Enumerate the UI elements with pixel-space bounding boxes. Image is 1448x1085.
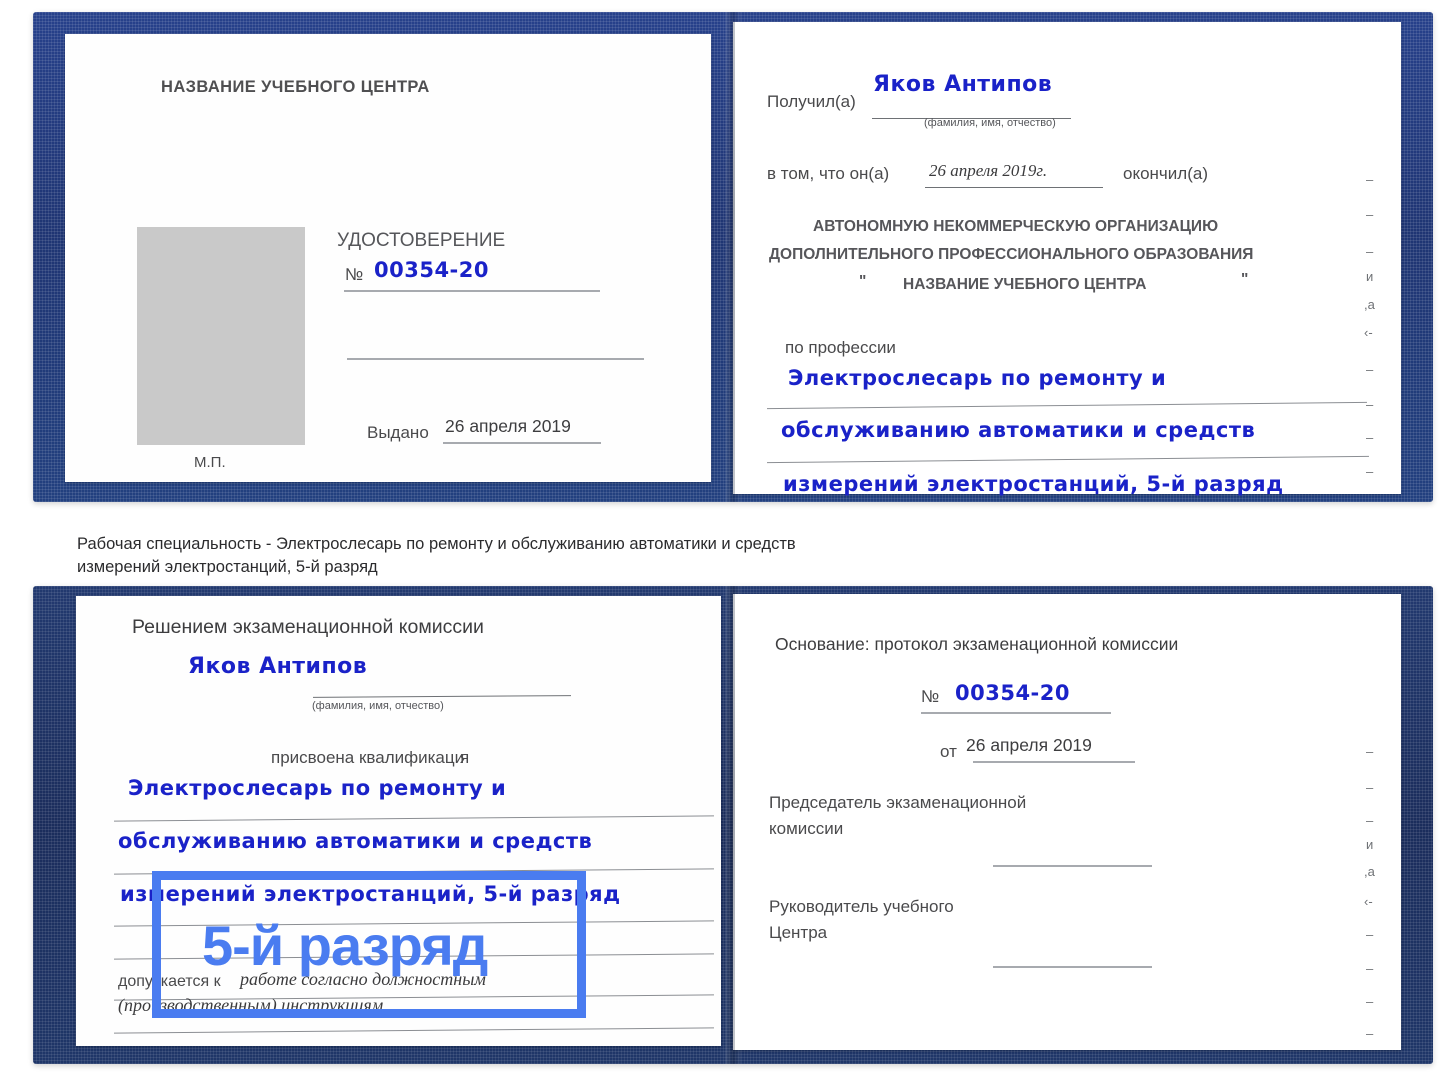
- from-rule: [973, 761, 1135, 763]
- certificate-number-symbol: №: [345, 265, 364, 284]
- margin-mark-0: –: [1366, 172, 1374, 187]
- bottom-margin-mark-2: –: [1366, 813, 1374, 828]
- margin-mark-9: –: [1366, 464, 1374, 479]
- bottom-margin-mark-9: –: [1366, 1026, 1374, 1041]
- bottom-margin-mark-1: –: [1366, 780, 1374, 795]
- organization-name: НАЗВАНИЕ УЧЕБНОГО ЦЕНТРА: [903, 276, 1147, 293]
- organization-quote-open: ": [859, 273, 867, 290]
- caption-text: Рабочая специальность - Электрослесарь п…: [77, 535, 796, 576]
- finished-label: окончил(а): [1123, 164, 1208, 183]
- screenshot-canvas: НАЗВАНИЕ УЧЕБНОГО ЦЕНТРА М.П. УДОСТОВЕРЕ…: [0, 0, 1448, 1085]
- allowed-rule2: [114, 1027, 714, 1034]
- from-value: 26 апреля 2019: [966, 735, 1092, 755]
- photo-placeholder: [137, 227, 305, 445]
- bottom-margin-mark-6: –: [1366, 927, 1374, 942]
- blank-rule: [347, 358, 644, 360]
- organization-quote-close: ": [1241, 271, 1249, 288]
- decision-name: Яков Антипов: [188, 654, 368, 679]
- organization-line1: АВТОНОМНУЮ НЕКОММЕРЧЕСКУЮ ОРГАНИЗАЦИЮ: [813, 218, 1219, 235]
- completion-date-rule: [925, 187, 1103, 188]
- organization-line2: ДОПОЛНИТЕЛЬНОГО ПРОФЕССИОНАЛЬНОГО ОБРАЗО…: [769, 246, 1254, 263]
- margin-mark-1: –: [1366, 207, 1374, 222]
- protocol-number-symbol: №: [921, 687, 940, 706]
- bottom-margin-mark-3: и: [1366, 837, 1374, 852]
- decision-header: Решением экзаменационной комиссии: [132, 616, 484, 638]
- margin-mark-8: –: [1366, 430, 1374, 445]
- chairman-line2: комиссии: [769, 819, 844, 838]
- top-fold-line: [733, 22, 735, 494]
- that-he-label: в том, что он(а): [767, 164, 890, 183]
- profession-label: по профессии: [785, 338, 896, 357]
- profession-line3: измерений электростанций, 5-й разряд: [783, 472, 1284, 496]
- bottom-margin-mark-7: –: [1366, 961, 1374, 976]
- qualification-rule1: [114, 815, 714, 822]
- qualification-label-tail: я: [460, 748, 470, 767]
- certificate-number-value: 00354-20: [374, 258, 489, 282]
- qualification-line2: обслуживанию автоматики и средств: [118, 829, 593, 853]
- margin-mark-4: ,а: [1364, 297, 1375, 312]
- stamp-label: М.П.: [194, 454, 226, 471]
- chairman-signature-rule: [993, 865, 1152, 867]
- bottom-right-page: Основание: протокол экзаменационной коми…: [733, 594, 1401, 1050]
- completion-date: 26 апреля 2019г.: [929, 161, 1048, 180]
- top-left-header: НАЗВАНИЕ УЧЕБНОГО ЦЕНТРА: [161, 78, 430, 96]
- profession-rule1: [767, 401, 1367, 410]
- profession-line2: обслуживанию автоматики и средств: [781, 418, 1256, 442]
- margin-mark-2: –: [1366, 244, 1374, 259]
- protocol-number-value: 00354-20: [955, 681, 1070, 705]
- chairman-line1: Председатель экзаменационной: [769, 793, 1027, 812]
- margin-mark-6: –: [1366, 362, 1374, 377]
- decision-name-hint: (фамилия, имя, отчество): [312, 700, 444, 712]
- bottom-margin-mark-4: ,а: [1364, 864, 1375, 879]
- from-label: от: [940, 742, 957, 761]
- head-line1: Руководитель учебного: [769, 897, 954, 916]
- profession-rule2: [767, 455, 1369, 464]
- margin-mark-5: ‹-: [1364, 325, 1373, 340]
- top-right-page: Получил(а) Яков Антипов (фамилия, имя, о…: [733, 22, 1401, 496]
- profession-line1: Электрослесарь по ремонту и: [788, 366, 1167, 390]
- received-value: Яков Антипов: [873, 72, 1053, 97]
- head-line2: Центра: [769, 923, 828, 942]
- top-left-page: НАЗВАНИЕ УЧЕБНОГО ЦЕНТРА М.П. УДОСТОВЕРЕ…: [65, 34, 711, 482]
- received-hint: (фамилия, имя, отчество): [924, 117, 1056, 129]
- bottom-margin-mark-0: –: [1366, 744, 1374, 759]
- margin-mark-7: –: [1366, 397, 1374, 412]
- issued-rule: [443, 442, 601, 444]
- decision-name-rule: [312, 695, 572, 698]
- received-label: Получил(а): [767, 92, 856, 111]
- top-certificate: НАЗВАНИЕ УЧЕБНОГО ЦЕНТРА М.П. УДОСТОВЕРЕ…: [33, 12, 1433, 502]
- issued-label: Выдано: [367, 423, 429, 442]
- issued-value: 26 апреля 2019: [445, 416, 571, 436]
- bottom-margin-mark-8: –: [1366, 994, 1374, 1009]
- qualification-label: присвоена квалификаци: [271, 748, 465, 767]
- bottom-margin-mark-5: ‹-: [1364, 894, 1373, 909]
- head-signature-rule: [993, 966, 1152, 968]
- highlight-label: 5-й разряд: [202, 914, 488, 977]
- margin-mark-3: и: [1366, 269, 1374, 284]
- certificate-number-rule: [344, 290, 600, 292]
- certificate-title: УДОСТОВЕРЕНИЕ: [337, 230, 506, 251]
- qualification-line1: Электрослесарь по ремонту и: [128, 776, 507, 800]
- protocol-number-rule: [921, 712, 1111, 714]
- basis-label: Основание: протокол экзаменационной коми…: [775, 634, 1179, 654]
- bottom-fold-line: [733, 594, 735, 1050]
